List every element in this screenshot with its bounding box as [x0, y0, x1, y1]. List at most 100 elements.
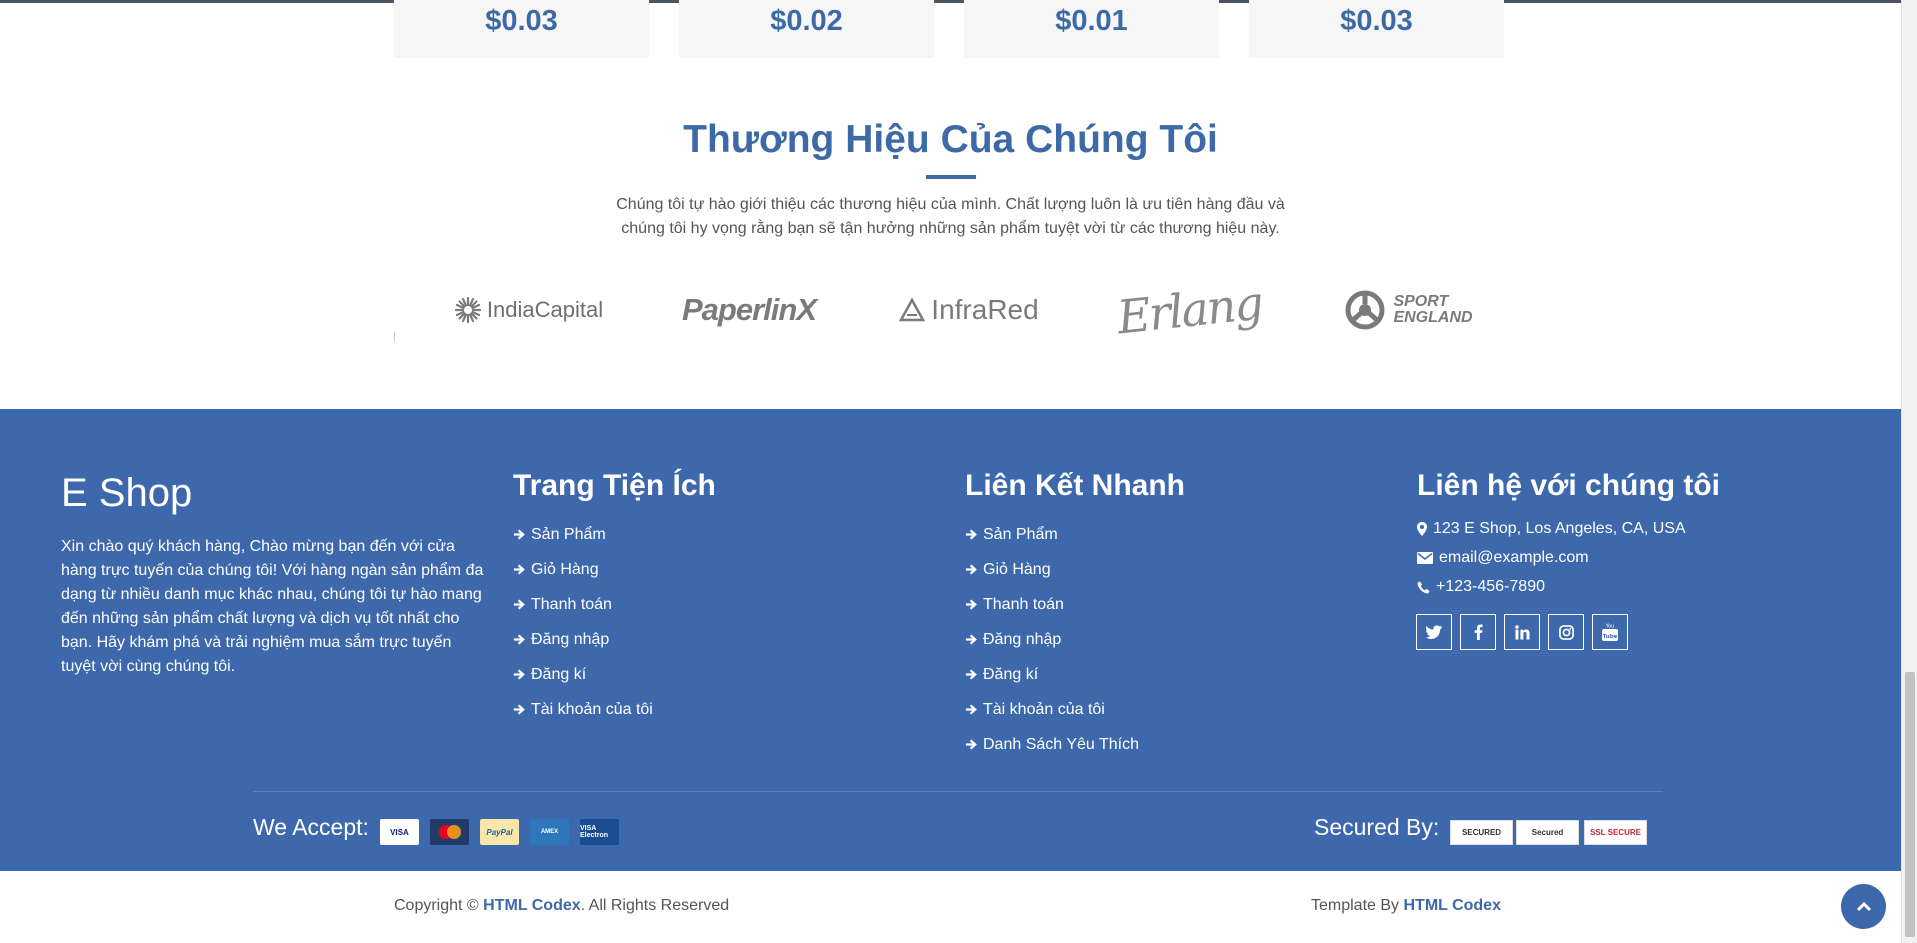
brand-logo-infrared[interactable]: InfraRed	[864, 278, 1074, 342]
sport-england-emblem-icon	[1345, 290, 1385, 330]
footer-link-label: Đăng nhập	[531, 630, 610, 648]
social-instagram-button[interactable]	[1548, 614, 1584, 650]
mastercard-icon	[430, 819, 469, 845]
arrow-right-icon	[965, 564, 977, 575]
footer: E Shop Xin chào quý khách hàng, Chào mừn…	[0, 409, 1901, 871]
brand-section-title: Thương Hiệu Của Chúng Tôi	[683, 118, 1218, 161]
contact-email[interactable]: email@example.com	[1417, 549, 1589, 567]
footer-link[interactable]: Thanh toán	[513, 587, 653, 622]
footer-link[interactable]: Đăng kí	[513, 657, 653, 692]
template-prefix: Template By	[1311, 897, 1404, 914]
mastercard-circles-icon	[438, 825, 461, 839]
brand-logo-sport-england[interactable]: SPORT ENGLAND	[1304, 278, 1504, 342]
phone-icon	[1417, 580, 1430, 594]
brand-logo-line: SPORT	[1393, 293, 1449, 310]
social-facebook-button[interactable]	[1460, 614, 1496, 650]
social-twitter-button[interactable]	[1416, 614, 1452, 650]
footer-link[interactable]: Danh Sách Yêu Thích	[965, 727, 1139, 762]
footer-link-label: Giỏ Hàng	[983, 560, 1051, 578]
footer-heading-contact: Liên hệ với chúng tôi	[1417, 469, 1721, 502]
footer-utility-links: Sản Phẩm Giỏ Hàng Thanh toán Đăng nhập Đ…	[513, 517, 653, 727]
brand-section: Thương Hiệu Của Chúng Tôi Chúng tôi tự h…	[0, 115, 1901, 241]
arrow-right-icon	[513, 599, 525, 610]
arrow-right-icon	[965, 704, 977, 715]
brand-logo-indiacapital[interactable]: IndiaCapital	[424, 278, 634, 342]
brand-logo-line: ENGLAND	[1393, 309, 1473, 326]
svg-text:Tube: Tube	[1603, 634, 1618, 640]
contact-address-text: 123 E Shop, Los Angeles, CA, USA	[1433, 520, 1686, 537]
arrow-right-icon	[965, 634, 977, 645]
footer-link-label: Danh Sách Yêu Thích	[983, 735, 1139, 753]
price-card[interactable]: $0.01	[964, 0, 1219, 58]
arrow-right-icon	[965, 739, 977, 750]
chevron-up-icon	[1856, 901, 1871, 912]
price-value: $0.01	[1055, 5, 1128, 37]
amex-icon: AMEX	[530, 819, 569, 845]
paypal-icon: PayPal	[480, 819, 519, 845]
infrared-triangle-icon	[899, 298, 926, 322]
footer-link[interactable]: Sản Phẩm	[513, 517, 653, 552]
footer-link-label: Sản Phẩm	[531, 525, 606, 543]
brand-logo-erlang[interactable]: Erlang	[1084, 278, 1294, 342]
scrollbar-thumb[interactable]	[1905, 672, 1915, 937]
vertical-scrollbar[interactable]	[1901, 0, 1917, 943]
footer-link-label: Tài khoản của tôi	[983, 700, 1105, 718]
social-linkedin-button[interactable]	[1504, 614, 1540, 650]
social-youtube-button[interactable]: You Tube	[1592, 614, 1628, 650]
back-to-top-button[interactable]	[1841, 884, 1886, 929]
instagram-icon	[1558, 624, 1574, 640]
footer-link[interactable]: Đăng nhập	[513, 622, 653, 657]
template-credit: Template By HTML Codex	[1311, 897, 1501, 915]
price-value: $0.03	[485, 5, 558, 37]
arrow-right-icon	[965, 599, 977, 610]
brand-carousel[interactable]: IndiaCapital PaperlinX InfraRed Erlang S…	[394, 278, 1504, 342]
verified-secured-badge-icon: Secured	[1516, 820, 1579, 845]
contact-email-text: email@example.com	[1439, 549, 1589, 566]
brand-logo-paperlinx[interactable]: PaperlinX	[644, 278, 854, 342]
linkedin-icon	[1514, 624, 1530, 640]
footer-link[interactable]: Đăng kí	[965, 657, 1139, 692]
brand-logo-text: Erlang	[1114, 278, 1264, 342]
footer-quick-links: Sản Phẩm Giỏ Hàng Thanh toán Đăng nhập Đ…	[965, 517, 1139, 762]
footer-link[interactable]: Đăng nhập	[965, 622, 1139, 657]
price-cards: $0.03 $0.02 $0.01 $0.03	[394, 0, 1504, 58]
footer-link[interactable]: Tài khoản của tôi	[965, 692, 1139, 727]
youtube-icon: You Tube	[1602, 624, 1618, 641]
contact-phone-text: +123-456-7890	[1436, 578, 1545, 595]
footer-link-label: Thanh toán	[983, 595, 1064, 613]
price-card[interactable]: $0.02	[679, 0, 934, 58]
footer-link-label: Đăng kí	[983, 665, 1039, 683]
copyright-link[interactable]: HTML Codex	[483, 897, 580, 914]
footer-link-label: Tài khoản của tôi	[531, 700, 653, 718]
facebook-icon	[1474, 624, 1483, 640]
contact-phone[interactable]: +123-456-7890	[1417, 578, 1545, 596]
arrow-right-icon	[965, 669, 977, 680]
carousel-edge	[394, 332, 395, 342]
footer-heading-utility: Trang Tiện Ích	[513, 469, 716, 502]
brand-section-description: Chúng tôi tự hào giới thiệu các thương h…	[616, 196, 1285, 237]
contact-address: 123 E Shop, Los Angeles, CA, USA	[1417, 520, 1686, 538]
footer-about-text: Xin chào quý khách hàng, Chào mừng bạn đ…	[61, 538, 484, 675]
price-value: $0.03	[1340, 5, 1413, 37]
template-link[interactable]: HTML Codex	[1403, 897, 1500, 914]
footer-link[interactable]: Giỏ Hàng	[965, 552, 1139, 587]
footer-link[interactable]: Sản Phẩm	[965, 517, 1139, 552]
map-marker-icon	[1417, 522, 1427, 536]
brand-logo-text: SPORT ENGLAND	[1393, 294, 1472, 326]
footer-brand[interactable]: E Shop	[61, 471, 192, 516]
price-card[interactable]: $0.03	[394, 0, 649, 58]
arrow-right-icon	[965, 529, 977, 540]
footer-link[interactable]: Tài khoản của tôi	[513, 692, 653, 727]
secured-badge-icon: SECURED	[1450, 820, 1513, 845]
footer-link[interactable]: Giỏ Hàng	[513, 552, 653, 587]
footer-link-label: Đăng kí	[531, 665, 587, 683]
twitter-icon	[1426, 625, 1442, 639]
visa-card-icon: VISA	[380, 819, 419, 845]
price-card[interactable]: $0.03	[1249, 0, 1504, 58]
title-underline	[925, 175, 976, 179]
footer-link[interactable]: Thanh toán	[965, 587, 1139, 622]
footer-link-label: Sản Phẩm	[983, 525, 1058, 543]
brand-logo-text: InfraRed	[931, 294, 1039, 325]
secured-by-label: Secured By:	[1314, 814, 1440, 840]
footer-link-label: Đăng nhập	[983, 630, 1062, 648]
